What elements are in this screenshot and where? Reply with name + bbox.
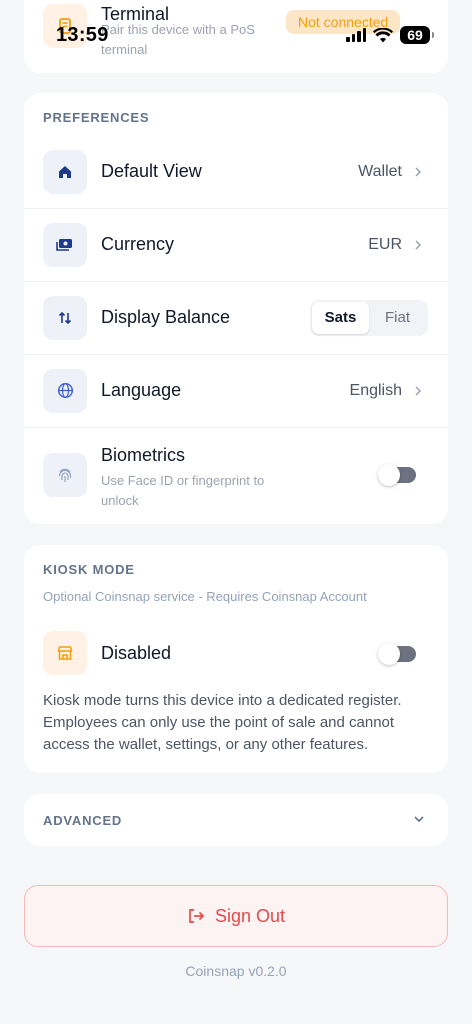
cellular-signal-icon [346, 28, 366, 42]
globe-icon [43, 368, 87, 413]
status-bar: 13:59 69 [0, 22, 472, 48]
chevron-right-icon [414, 165, 424, 179]
battery-indicator: 69 [400, 26, 434, 44]
segment-fiat[interactable]: Fiat [369, 302, 426, 334]
app-version: Coinsnap v0.2.0 [185, 963, 287, 979]
chevron-down-icon [414, 816, 424, 823]
balance-unit-segmented-control: Sats Fiat [310, 299, 428, 336]
segment-sats[interactable]: Sats [312, 301, 369, 334]
biometrics-subtitle: Use Face ID or fingerprint to unlock [101, 473, 265, 508]
default-view-label: Default View [101, 161, 202, 181]
store-icon [43, 631, 87, 675]
currency-value: EUR [368, 235, 402, 253]
kiosk-subtitle: Optional Coinsnap service - Requires Coi… [43, 589, 367, 604]
preferences-header: PREFERENCES [43, 110, 150, 125]
sign-out-label: Sign Out [214, 905, 286, 926]
logout-icon [189, 909, 205, 923]
language-label: Language [101, 380, 182, 400]
kiosk-toggle[interactable] [378, 643, 416, 665]
language-value: English [349, 381, 402, 399]
kiosk-description: Kiosk mode turns this device into a dedi… [43, 692, 402, 753]
display-balance-label: Display Balance [101, 307, 231, 327]
default-view-row[interactable]: Default View Wallet [24, 135, 448, 208]
default-view-value: Wallet [358, 162, 402, 180]
fingerprint-icon [43, 453, 87, 497]
battery-level: 69 [407, 27, 423, 43]
wifi-icon [373, 27, 393, 42]
display-balance-row: Display Balance Sats Fiat [24, 281, 448, 354]
chevron-right-icon [414, 384, 424, 398]
advanced-section[interactable]: ADVANCED [24, 794, 448, 846]
language-row[interactable]: Language English [24, 354, 448, 427]
preferences-card: PREFERENCES Default View Wallet Currency… [24, 93, 448, 524]
status-icons: 69 [346, 26, 434, 44]
currency-label: Currency [101, 234, 175, 254]
kiosk-mode-card: KIOSK MODE Optional Coinsnap service - R… [24, 545, 448, 773]
banknote-icon [43, 222, 87, 267]
biometrics-toggle[interactable] [378, 464, 416, 486]
sign-out-button[interactable]: Sign Out [24, 885, 448, 947]
chevron-right-icon [414, 238, 424, 252]
currency-row[interactable]: Currency EUR [24, 208, 448, 281]
home-icon [43, 149, 87, 194]
biometrics-label: Biometrics [101, 445, 186, 465]
advanced-header: ADVANCED [43, 813, 123, 828]
status-time: 13:59 [56, 24, 109, 46]
kiosk-status-label: Disabled [101, 643, 172, 663]
kiosk-header: KIOSK MODE [43, 562, 135, 577]
arrows-up-down-icon [43, 295, 87, 340]
